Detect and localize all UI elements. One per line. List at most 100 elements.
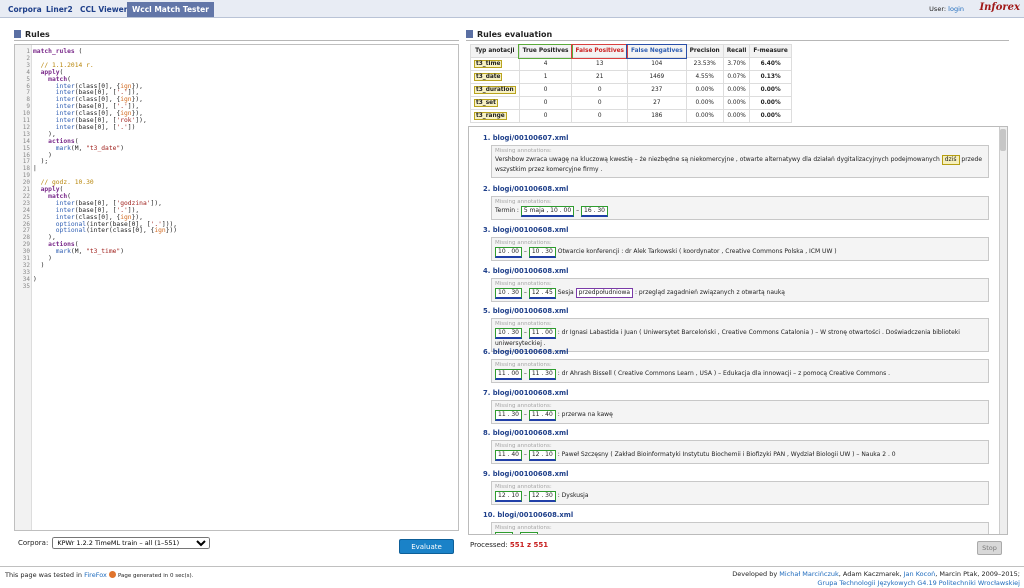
result-box: Missing annotations: 12 . 10 – 12 . 30 : … <box>491 481 989 505</box>
stats-cell: 0.13% <box>749 70 792 84</box>
annotation-span[interactable]: 12 . 30 <box>528 491 556 502</box>
annotation-span[interactable]: 11 . 00 <box>528 328 556 339</box>
stats-cell: 0 <box>571 83 628 97</box>
result-text: Termin : 5 maja , 10 . 00 – 16 . 30 <box>495 206 985 217</box>
annotation-span[interactable]: 11 . 30 <box>495 410 522 421</box>
missing-annotations-label: Missing annotations: <box>495 281 552 287</box>
line-number: 35 <box>22 282 30 290</box>
result-text: 10 . 00 – 10 . 30 Otwarcie konferencji :… <box>495 247 985 258</box>
panel-square-icon <box>14 30 21 38</box>
text-span: : Paweł Szczęsny ( Zakład Bioinformatyki… <box>555 451 896 458</box>
firefox-icon <box>108 571 116 578</box>
result-item: 2. blogi/00100608.xml Missing annotations… <box>483 185 993 220</box>
firefox-link[interactable]: FireFox <box>84 571 107 579</box>
col-precision: Precision <box>685 44 724 58</box>
text-span: : dr Ahrash Bissell ( Creative Commons L… <box>555 370 891 377</box>
result-file-link[interactable]: blogi/00100608.xml <box>493 185 569 193</box>
annotation-span[interactable]: 10 . 30 <box>528 247 556 258</box>
author-text: , Marcin Ptak, 2009–2015; <box>935 570 1020 578</box>
code-token: match_rules <box>33 48 75 55</box>
result-title: 5. blogi/00100608.xml <box>483 307 993 318</box>
result-file-link[interactable]: blogi/00100608.xml <box>493 429 569 437</box>
code-token: | <box>33 165 37 173</box>
text-span: – <box>574 207 581 214</box>
result-file-link[interactable]: blogi/00100607.xml <box>493 134 569 142</box>
annotation-span[interactable] <box>495 532 513 534</box>
annotation-type-label: t3_date <box>474 73 503 81</box>
annotation-span[interactable] <box>519 532 538 534</box>
col-true-positives[interactable]: True Positives <box>518 43 573 59</box>
code-token: })) <box>165 227 178 235</box>
code-token: ]) <box>127 123 136 131</box>
text-span: Sesja <box>555 289 576 296</box>
annotation-span[interactable]: 12 . 45 <box>528 288 556 299</box>
result-box: Missing annotations: – <box>491 522 989 534</box>
result-title: 9. blogi/00100608.xml <box>483 470 993 481</box>
result-file-link[interactable]: blogi/00100608.xml <box>493 267 569 275</box>
annotation-type-cell: t3_duration <box>470 83 520 97</box>
result-number: 5. <box>483 307 491 315</box>
code-token: ( <box>74 48 83 55</box>
annotation-span[interactable]: 10 . 30 <box>495 328 522 339</box>
annotation-type-cell: t3_set <box>470 96 520 110</box>
result-file-link[interactable]: blogi/00100608.xml <box>493 348 569 356</box>
result-file-link[interactable]: blogi/00100608.xml <box>493 226 569 234</box>
result-file-link[interactable]: blogi/00100608.xml <box>493 307 569 315</box>
scrollbar-thumb[interactable] <box>1000 129 1006 151</box>
user-label: User: <box>929 5 947 13</box>
result-title: 1. blogi/00100607.xml <box>483 134 993 145</box>
code-line: match_rules ( <box>33 48 82 55</box>
group-link[interactable]: Grupa Technologii Językowych G4.19 Polit… <box>817 579 1020 587</box>
stats-row: t3_duration 0 0 237 0.00% 0.00% 0.00% <box>470 83 792 97</box>
result-item: 9. blogi/00100608.xml Missing annotations… <box>483 470 993 505</box>
col-false-negatives[interactable]: False Negatives <box>626 43 688 59</box>
tab-wccl-match-tester[interactable]: Wccl Match Tester <box>127 2 214 17</box>
result-item: 8. blogi/00100608.xml Missing annotations… <box>483 429 993 464</box>
author-link[interactable]: Michał Marcińczuk <box>779 570 839 578</box>
top-navigation-bar: Corpora Liner2 CCL Viewer Wccl Match Tes… <box>0 0 1024 18</box>
annotation-span[interactable]: 10 . 30 <box>495 288 522 299</box>
annotation-type-label: t3_set <box>474 99 498 107</box>
result-file-link[interactable]: blogi/00100608.xml <box>497 511 573 519</box>
annotation-span[interactable]: 11 . 40 <box>495 450 522 461</box>
text-span: – <box>522 492 529 499</box>
page-footer: This page was tested in FireFox Page gen… <box>0 566 1024 587</box>
annotation-span[interactable]: 5 maja , 10 . 00 <box>520 206 575 217</box>
result-file-link[interactable]: blogi/00100608.xml <box>493 470 569 478</box>
stats-cell: 0.00% <box>685 96 724 110</box>
code-token: (M, <box>70 144 87 152</box>
evaluation-panel-title: Rules evaluation <box>466 29 1009 41</box>
stop-button[interactable]: Stop <box>977 541 1002 555</box>
author-link[interactable]: Jan Kocoń <box>904 570 936 578</box>
annotation-span[interactable]: 11 . 30 <box>528 369 556 380</box>
annotation-span[interactable]: dziś <box>941 155 960 165</box>
text-span: Vershbow zwraca uwagę na kluczową kwesti… <box>495 156 942 163</box>
tab-ccl-viewer[interactable]: CCL Viewer <box>75 2 132 17</box>
col-false-positives[interactable]: False Positives <box>570 43 629 59</box>
result-item: 6. blogi/00100608.xml Missing annotations… <box>483 348 993 383</box>
evaluate-button[interactable]: Evaluate <box>399 539 454 554</box>
stats-cell: 0.00% <box>749 96 792 110</box>
annotation-span[interactable]: 11 . 00 <box>495 369 522 380</box>
processed-label: Processed: <box>470 541 508 549</box>
annotation-span[interactable]: 12 . 10 <box>528 450 556 461</box>
code-token: (inter(class[0], { <box>86 227 155 235</box>
annotation-span[interactable]: 11 . 40 <box>528 410 556 421</box>
annotation-type-label: t3_time <box>474 60 503 68</box>
corpus-select[interactable]: KPWr 1.2.2 TimeML train – all (1–551) <box>52 537 211 549</box>
stats-cell: 6.40% <box>749 57 792 71</box>
results-scrollbar[interactable] <box>999 127 1007 534</box>
login-link[interactable]: login <box>948 5 964 13</box>
tab-liner2[interactable]: Liner2 <box>41 2 78 17</box>
annotation-span[interactable]: 10 . 00 <box>495 247 522 258</box>
text-span: : Dyskusja <box>555 492 589 499</box>
results-list[interactable]: 1. blogi/00100607.xml Missing annotations… <box>468 126 1008 535</box>
rules-code-editor[interactable]: 1 2 3 4 5 6 7 8 9 10 11 12 13 14 15 16 17 18 19 20 21 22 23 24 2… <box>14 44 459 531</box>
annotation-span[interactable]: przedpołudniowa <box>575 288 634 298</box>
tested-text: This page was tested in <box>5 571 83 579</box>
code-token: ) <box>120 144 125 152</box>
result-title: 3. blogi/00100608.xml <box>483 226 993 237</box>
result-file-link[interactable]: blogi/00100608.xml <box>493 389 569 397</box>
annotation-span[interactable]: 16 . 30 <box>581 206 608 217</box>
annotation-span[interactable]: 12 . 10 <box>495 491 522 502</box>
